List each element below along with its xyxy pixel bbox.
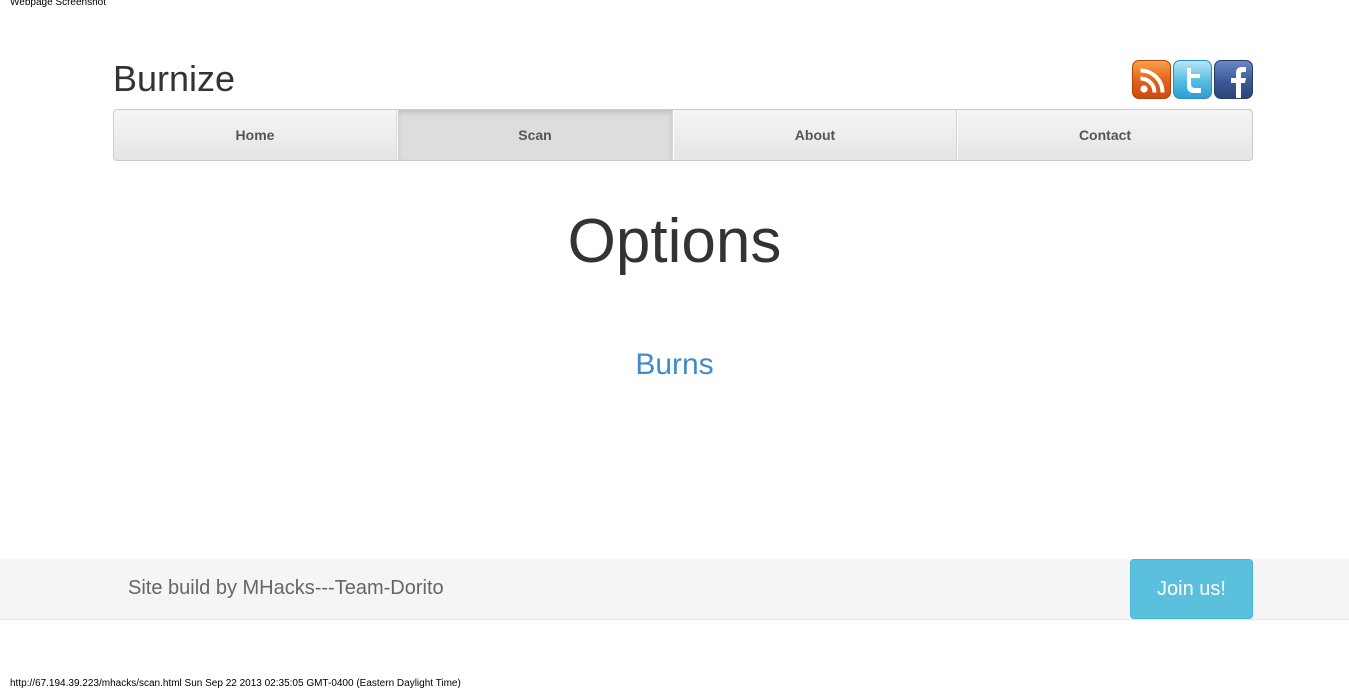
nav-item-contact[interactable]: Contact — [957, 110, 1252, 160]
capture-url-timestamp: http://67.194.39.223/mhacks/scan.html Su… — [10, 678, 461, 689]
footer-credit: Site build by MHacks---Team-Dorito — [128, 577, 444, 599]
rss-icon[interactable] — [1132, 60, 1171, 99]
main-nav: Home Scan About Contact — [113, 109, 1253, 161]
site-brand[interactable]: Burnize — [113, 58, 235, 100]
page-title: Options — [567, 207, 782, 276]
social-links — [1132, 60, 1253, 99]
twitter-icon[interactable] — [1173, 60, 1212, 99]
nav-item-about[interactable]: About — [673, 110, 957, 160]
burns-link[interactable]: Burns — [635, 348, 713, 381]
capture-label: Webpage Screenshot — [10, 0, 106, 8]
nav-item-scan[interactable]: Scan — [397, 110, 673, 160]
nav-item-home[interactable]: Home — [114, 110, 397, 160]
join-us-button[interactable]: Join us! — [1130, 559, 1253, 619]
facebook-icon[interactable] — [1214, 60, 1253, 99]
option-link-wrapper: Burns — [0, 347, 1349, 383]
footer: Site build by MHacks---Team-Dorito Join … — [0, 559, 1349, 620]
